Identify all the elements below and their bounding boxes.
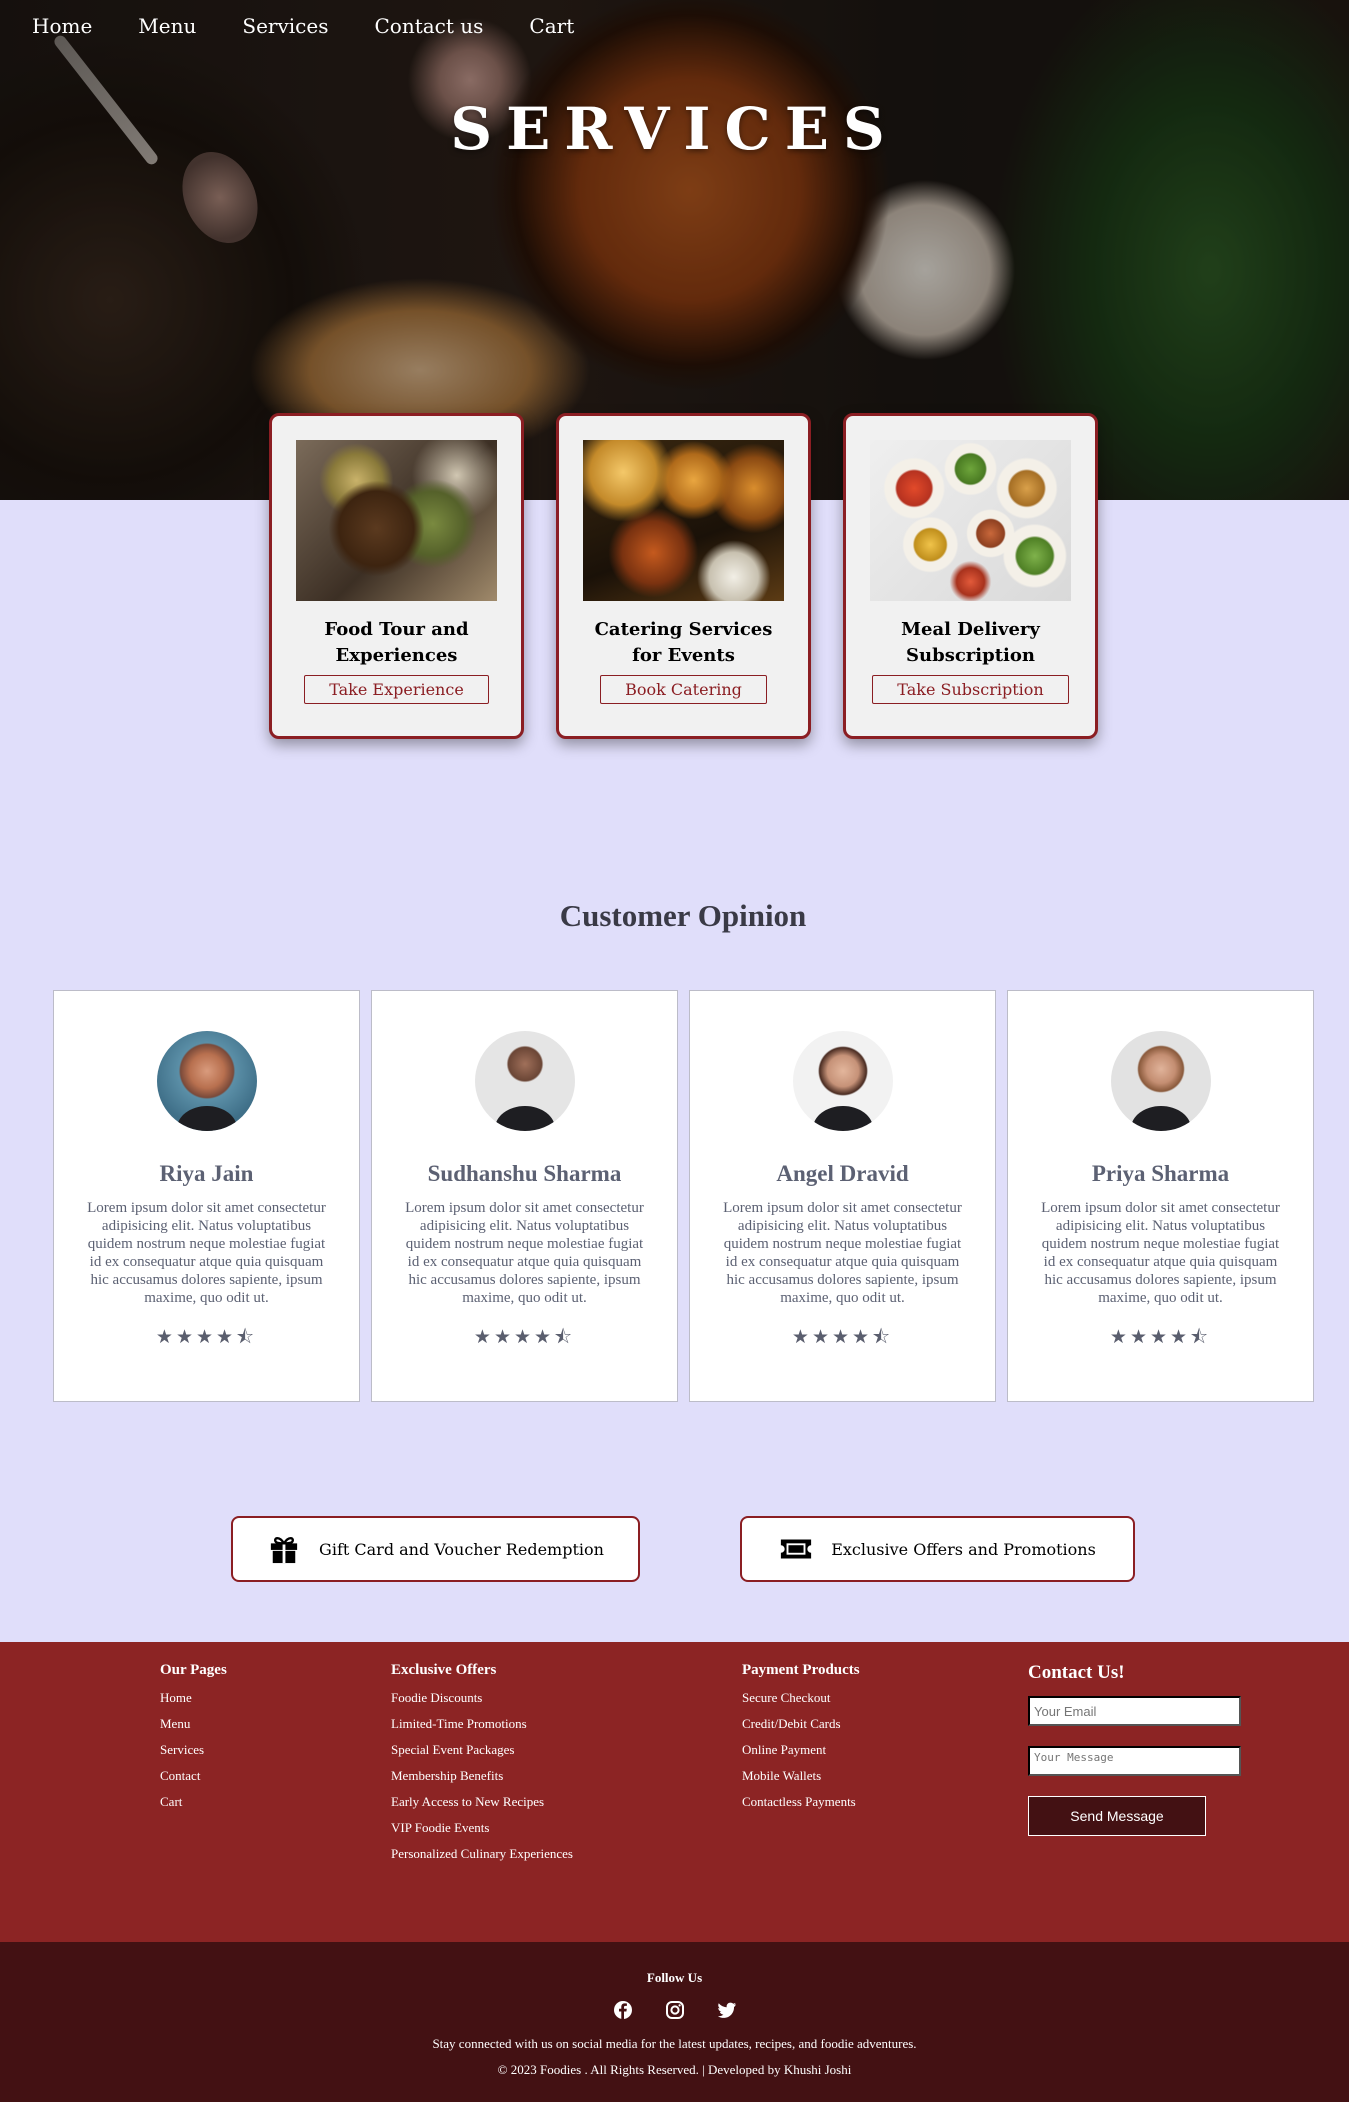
footer-bottom: Follow Us Stay connected with us on soci… xyxy=(0,1942,1349,2102)
nav-home[interactable]: Home xyxy=(32,14,92,38)
avatar xyxy=(156,1031,257,1131)
footer-link[interactable]: VIP Foodie Events xyxy=(391,1815,573,1841)
footer-link[interactable]: Cart xyxy=(160,1789,227,1815)
email-field[interactable] xyxy=(1028,1696,1241,1726)
reviewer-name: Priya Sharma xyxy=(1091,1161,1230,1186)
footer-link[interactable]: Services xyxy=(160,1737,227,1763)
review-list: Riya Jain Lorem ipsum dolor sit amet con… xyxy=(53,990,1314,1402)
footer-heading: Exclusive Offers xyxy=(391,1662,497,1678)
footer-link[interactable]: Credit/Debit Cards xyxy=(742,1711,860,1737)
footer: Our Pages Home Menu Services Contact Car… xyxy=(0,1642,1349,1942)
meal-delivery-image xyxy=(870,440,1071,601)
service-cards: Food Tour and Experiences Take Experienc… xyxy=(269,413,1098,739)
facebook-icon[interactable] xyxy=(613,2000,633,2020)
service-title: Catering Services for Events xyxy=(594,619,773,666)
avatar xyxy=(1110,1031,1211,1131)
message-field[interactable] xyxy=(1028,1746,1241,1776)
service-card-food-tour: Food Tour and Experiences Take Experienc… xyxy=(269,413,524,739)
footer-link[interactable]: Secure Checkout xyxy=(742,1685,860,1711)
footer-link[interactable]: Early Access to New Recipes xyxy=(391,1789,573,1815)
follow-us-label: Follow Us xyxy=(646,1970,703,1985)
exclusive-offers-button[interactable]: Exclusive Offers and Promotions xyxy=(740,1516,1135,1582)
twitter-icon[interactable] xyxy=(717,2000,737,2020)
footer-link[interactable]: Personalized Culinary Experiences xyxy=(391,1841,573,1867)
service-card-catering: Catering Services for Events Book Cateri… xyxy=(556,413,811,739)
footer-link[interactable]: Contactless Payments xyxy=(742,1789,860,1815)
catering-image xyxy=(583,440,784,601)
footer-link[interactable]: Home xyxy=(160,1685,227,1711)
nav-cart[interactable]: Cart xyxy=(529,14,574,38)
reviewer-name: Angel Dravid xyxy=(776,1161,909,1186)
service-card-meal-delivery: Meal Delivery Subscription Take Subscrip… xyxy=(843,413,1098,739)
footer-offers-column: Exclusive Offers Foodie Discounts Limite… xyxy=(391,1662,573,1867)
footer-link[interactable]: Membership Benefits xyxy=(391,1763,573,1789)
nav-menu[interactable]: Menu xyxy=(138,14,196,38)
exclusive-offers-label: Exclusive Offers and Promotions xyxy=(831,1539,1096,1559)
avatar xyxy=(474,1031,575,1131)
reviewer-name: Riya Jain xyxy=(159,1161,254,1186)
page-title: SERVICES xyxy=(450,95,899,163)
footer-heading: Payment Products xyxy=(742,1662,860,1678)
book-catering-button[interactable]: Book Catering xyxy=(600,675,767,704)
take-experience-button[interactable]: Take Experience xyxy=(304,675,489,704)
review-text: Lorem ipsum dolor sit amet consectetur a… xyxy=(87,1200,326,1306)
social-links xyxy=(0,2000,1349,2020)
footer-heading: Our Pages xyxy=(160,1662,227,1678)
footer-link[interactable]: Mobile Wallets xyxy=(742,1763,860,1789)
footer-payment-column: Payment Products Secure Checkout Credit/… xyxy=(742,1662,860,1815)
copyright-text: © 2023 Foodies . All Rights Reserved. | … xyxy=(497,2062,852,2077)
review-card: Sudhanshu Sharma Lorem ipsum dolor sit a… xyxy=(371,990,678,1402)
service-title: Food Tour and Experiences xyxy=(324,619,469,666)
footer-link[interactable]: Limited-Time Promotions xyxy=(391,1711,573,1737)
ticket-icon xyxy=(781,1539,812,1559)
footer-pages-column: Our Pages Home Menu Services Contact Car… xyxy=(160,1662,227,1815)
footer-link[interactable]: Foodie Discounts xyxy=(391,1685,573,1711)
customer-opinion-heading: Customer Opinion xyxy=(559,898,807,933)
offers-section: Gift Card and Voucher Redemption Exclusi… xyxy=(0,1516,1349,1582)
reviewer-name: Sudhanshu Sharma xyxy=(427,1161,622,1186)
instagram-icon[interactable] xyxy=(665,2000,685,2020)
footer-link[interactable]: Contact xyxy=(160,1763,227,1789)
gift-card-label: Gift Card and Voucher Redemption xyxy=(319,1539,604,1559)
star-rating: ★★★★⯪ xyxy=(791,1326,894,1348)
footer-contact-form: Contact Us! Send Message xyxy=(1028,1662,1241,1836)
top-nav: Home Menu Services Contact us Cart xyxy=(32,14,574,38)
food-tour-image xyxy=(296,440,497,601)
review-card: Angel Dravid Lorem ipsum dolor sit amet … xyxy=(689,990,996,1402)
gift-icon xyxy=(270,1537,298,1564)
service-title: Meal Delivery Subscription xyxy=(901,619,1040,666)
star-rating: ★★★★⯪ xyxy=(473,1326,576,1348)
nav-services[interactable]: Services xyxy=(242,14,328,38)
gift-card-button[interactable]: Gift Card and Voucher Redemption xyxy=(231,1516,640,1582)
take-subscription-button[interactable]: Take Subscription xyxy=(872,675,1069,704)
star-rating: ★★★★⯪ xyxy=(155,1326,258,1348)
review-text: Lorem ipsum dolor sit amet consectetur a… xyxy=(723,1200,962,1306)
review-card: Priya Sharma Lorem ipsum dolor sit amet … xyxy=(1007,990,1314,1402)
send-message-button[interactable]: Send Message xyxy=(1028,1796,1206,1836)
review-card: Riya Jain Lorem ipsum dolor sit amet con… xyxy=(53,990,360,1402)
contact-heading: Contact Us! xyxy=(1028,1662,1125,1683)
review-text: Lorem ipsum dolor sit amet consectetur a… xyxy=(405,1200,644,1306)
footer-link[interactable]: Special Event Packages xyxy=(391,1737,573,1763)
nav-contact-us[interactable]: Contact us xyxy=(374,14,483,38)
review-text: Lorem ipsum dolor sit amet consectetur a… xyxy=(1041,1200,1280,1306)
avatar xyxy=(792,1031,893,1131)
star-rating: ★★★★⯪ xyxy=(1109,1326,1212,1348)
footer-link[interactable]: Online Payment xyxy=(742,1737,860,1763)
footer-link[interactable]: Menu xyxy=(160,1711,227,1737)
stay-connected-text: Stay connected with us on social media f… xyxy=(432,2036,917,2051)
